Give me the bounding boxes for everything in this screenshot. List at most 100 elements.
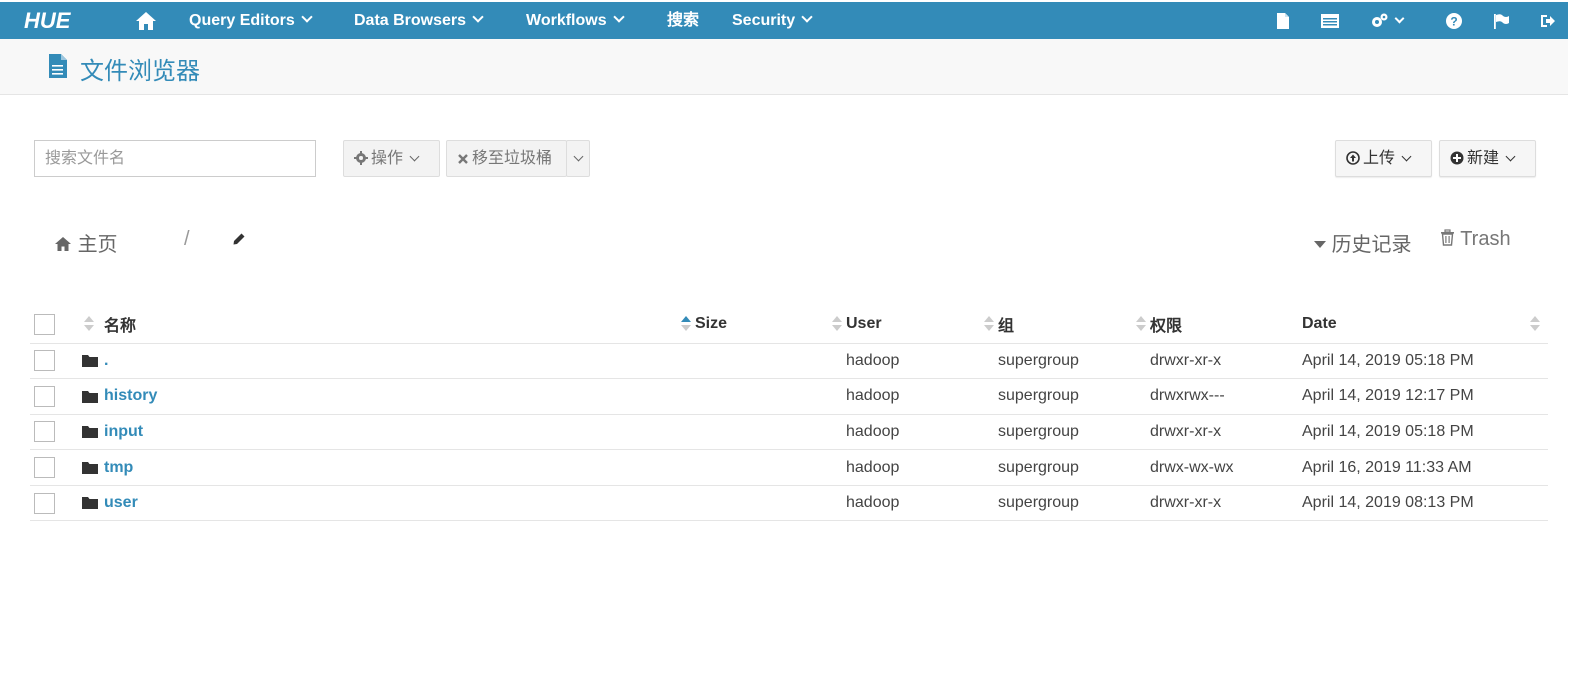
table-icon[interactable] [1320, 12, 1340, 30]
nav-data-browsers-label: Data Browsers [354, 12, 467, 29]
file-name-link[interactable]: tmp [104, 459, 133, 476]
row-select-cell [30, 343, 74, 380]
table-row[interactable]: history hadoop supergroup drwxrwx--- April 1… [30, 378, 1548, 415]
actions-label: 操作 [371, 150, 404, 167]
row-checkbox[interactable] [34, 385, 55, 407]
nav-search[interactable]: 搜索 [667, 2, 699, 39]
breadcrumb-home-label: 主页 [77, 234, 118, 256]
table-row[interactable]: tmp hadoop supergroup drwx-wx-wx April 16, 2… [30, 449, 1548, 486]
sort-icon [984, 316, 994, 332]
row-name-cell: history [104, 378, 695, 415]
column-header-date[interactable]: Date [1302, 306, 1548, 344]
row-group-cell: supergroup [998, 343, 1150, 380]
sort-asc-icon [681, 316, 691, 332]
file-name-link[interactable]: input [104, 423, 143, 440]
flag-icon[interactable] [1492, 12, 1510, 30]
page-title: 文件浏览器 [80, 58, 200, 85]
search-input[interactable] [34, 140, 316, 177]
upload-button[interactable]: 上传 [1335, 140, 1432, 177]
row-icon-cell [74, 449, 104, 486]
row-name-cell: tmp [104, 449, 695, 486]
row-checkbox[interactable] [34, 421, 55, 443]
row-group-cell: supergroup [998, 378, 1150, 415]
row-user-cell: hadoop [846, 485, 998, 522]
move-to-trash-button[interactable]: 移至垃圾桶 [446, 140, 567, 177]
nav-workflows-label: Workflows [526, 12, 607, 29]
column-header-size-label: Size [695, 315, 728, 333]
help-icon[interactable]: ? [1445, 12, 1463, 30]
nav-search-label: 搜索 [667, 12, 700, 29]
row-select-cell [30, 485, 74, 522]
row-group-cell: supergroup [998, 414, 1150, 451]
row-date-cell: April 14, 2019 05:18 PM [1302, 343, 1548, 380]
row-permissions-cell: drwx-wx-wx [1150, 449, 1302, 486]
nav-data-browsers[interactable]: Data Browsers [354, 2, 484, 39]
row-user-cell: hadoop [846, 343, 998, 380]
trash-label: Trash [1460, 228, 1511, 250]
row-permissions-cell: drwxr-xr-x [1150, 485, 1302, 522]
table-row[interactable]: . hadoop supergroup drwxr-xr-x April 14, 201… [30, 343, 1548, 380]
nav-query-editors[interactable]: Query Editors [189, 2, 313, 39]
nav-security[interactable]: Security [732, 2, 813, 39]
column-header-name[interactable]: 名称 [104, 306, 695, 344]
row-user-cell: hadoop [846, 378, 998, 415]
actions-button[interactable]: 操作 [343, 140, 440, 177]
chevron-down-icon [301, 11, 313, 23]
gear-icon [354, 151, 368, 165]
chevron-down-icon [409, 151, 420, 162]
select-all-checkbox[interactable] [34, 313, 55, 335]
nav-workflows[interactable]: Workflows [526, 2, 625, 39]
cogs-icon[interactable] [1369, 12, 1389, 30]
logout-icon[interactable] [1539, 12, 1557, 30]
new-button[interactable]: 新建 [1439, 140, 1536, 177]
select-all-cell [30, 306, 74, 344]
pencil-icon[interactable] [231, 231, 247, 247]
row-select-cell [30, 449, 74, 486]
row-size-cell [695, 485, 846, 522]
folder-icon [82, 355, 98, 368]
row-checkbox[interactable] [34, 457, 55, 479]
file-name-link[interactable]: . [104, 352, 108, 369]
sort-icon [84, 316, 94, 332]
upload-circle-icon [1346, 151, 1360, 165]
row-checkbox[interactable] [34, 350, 55, 372]
breadcrumb-home[interactable]: 主页 [54, 228, 118, 257]
row-name-cell: input [104, 414, 695, 451]
chevron-down-icon [472, 11, 484, 23]
file-name-link[interactable]: user [104, 494, 138, 511]
trash-icon [1441, 229, 1454, 246]
icon-header-cell[interactable] [74, 306, 104, 344]
file-icon[interactable] [1274, 12, 1292, 30]
row-permissions-cell: drwxrwx--- [1150, 378, 1302, 415]
history-button[interactable]: 历史记录 [1314, 228, 1412, 257]
chevron-down-icon [573, 151, 583, 162]
home-icon[interactable] [134, 10, 158, 32]
caret-down-icon [1314, 241, 1326, 248]
row-name-cell: user [104, 485, 695, 522]
column-header-group[interactable]: 组 [998, 306, 1150, 344]
trash-button[interactable]: Trash [1440, 228, 1511, 251]
file-name-link[interactable]: history [104, 387, 157, 404]
table-row[interactable]: user hadoop supergroup drwxr-xr-x April 14, … [30, 485, 1548, 522]
column-header-size[interactable]: Size [695, 306, 846, 344]
row-select-cell [30, 378, 74, 415]
table-row[interactable]: input hadoop supergroup drwxr-xr-x April 14,… [30, 414, 1548, 451]
nav-security-label: Security [732, 12, 796, 29]
row-user-cell: hadoop [846, 449, 998, 486]
row-icon-cell [74, 378, 104, 415]
upload-label: 上传 [1363, 150, 1396, 167]
column-header-permissions[interactable]: 权限 [1150, 306, 1302, 344]
chevron-down-icon [612, 11, 625, 23]
column-header-name-label: 名称 [104, 318, 137, 336]
column-header-user[interactable]: User [846, 306, 998, 344]
row-group-cell: supergroup [998, 485, 1150, 522]
chevron-down-icon [1505, 151, 1516, 162]
plus-circle-icon [1450, 151, 1464, 165]
move-to-trash-dropdown[interactable] [566, 140, 590, 177]
hue-logo[interactable]: HUE [24, 10, 96, 32]
row-checkbox[interactable] [34, 492, 55, 514]
breadcrumb-separator: / [184, 228, 190, 250]
sort-icon [1136, 316, 1146, 332]
row-icon-cell [74, 485, 104, 522]
row-date-cell: April 14, 2019 08:13 PM [1302, 485, 1548, 522]
